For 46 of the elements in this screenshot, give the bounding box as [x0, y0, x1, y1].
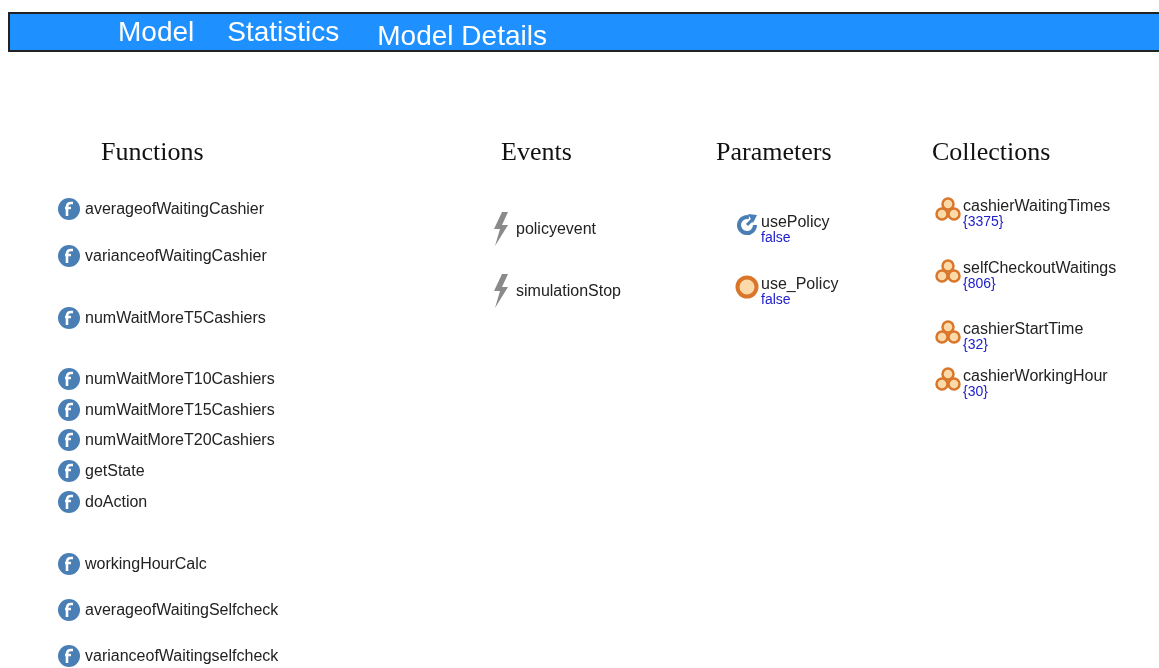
function-icon	[58, 429, 80, 451]
collection-name[interactable]: selfCheckoutWaitings	[963, 259, 1117, 277]
collection-name[interactable]: cashierStartTime	[963, 320, 1084, 338]
parameter-value: false	[761, 231, 791, 243]
collection-name[interactable]: cashierWorkingHour	[963, 367, 1108, 385]
function-icon	[58, 368, 80, 390]
function-icon	[58, 553, 80, 575]
function-icon	[58, 307, 80, 329]
collection-size: {3375}	[963, 215, 1004, 227]
function-name[interactable]: numWaitMoreT5Cashiers	[85, 306, 266, 330]
function-name[interactable]: numWaitMoreT15Cashiers	[85, 398, 275, 422]
function-name[interactable]: varianceofWaitingCashier	[85, 244, 267, 268]
function-icon	[58, 245, 80, 267]
function-name[interactable]: averageofWaitingSelfcheck	[85, 598, 279, 622]
function-name[interactable]: numWaitMoreT20Cashiers	[85, 428, 275, 452]
event-name[interactable]: policyevent	[516, 217, 597, 241]
function-name[interactable]: getState	[85, 459, 145, 483]
section-heading: Functions	[101, 137, 205, 167]
function-name[interactable]: numWaitMoreT10Cashiers	[85, 367, 275, 391]
section-heading: Collections	[932, 137, 1052, 167]
function-icon	[58, 399, 80, 421]
collection-icon	[935, 259, 961, 283]
circle-icon	[735, 275, 759, 299]
collection-size: {32}	[963, 338, 989, 350]
collection-name[interactable]: cashierWaitingTimes	[963, 197, 1111, 215]
function-name[interactable]: workingHourCalc	[85, 552, 207, 576]
refresh-icon	[735, 213, 759, 237]
function-name[interactable]: averageofWaitingCashier	[85, 197, 265, 221]
collection-size: {806}	[963, 277, 996, 289]
function-icon	[58, 599, 80, 621]
parameter-name[interactable]: usePolicy	[761, 213, 830, 231]
function-icon	[58, 198, 80, 220]
collection-icon	[935, 197, 961, 221]
event-name[interactable]: simulationStop	[516, 279, 621, 303]
function-icon	[58, 491, 80, 513]
lightning-icon	[492, 274, 510, 308]
lightning-icon	[492, 212, 510, 246]
collection-size: {30}	[963, 385, 988, 397]
section-heading: Parameters	[716, 137, 833, 167]
parameter-name[interactable]: use_Policy	[761, 275, 839, 293]
function-name[interactable]: doAction	[85, 490, 148, 514]
function-name[interactable]: varianceofWaitingselfcheck	[85, 644, 279, 668]
collection-icon	[935, 320, 961, 344]
collection-icon	[935, 367, 961, 391]
function-icon	[58, 460, 80, 482]
parameter-value: false	[761, 293, 791, 305]
